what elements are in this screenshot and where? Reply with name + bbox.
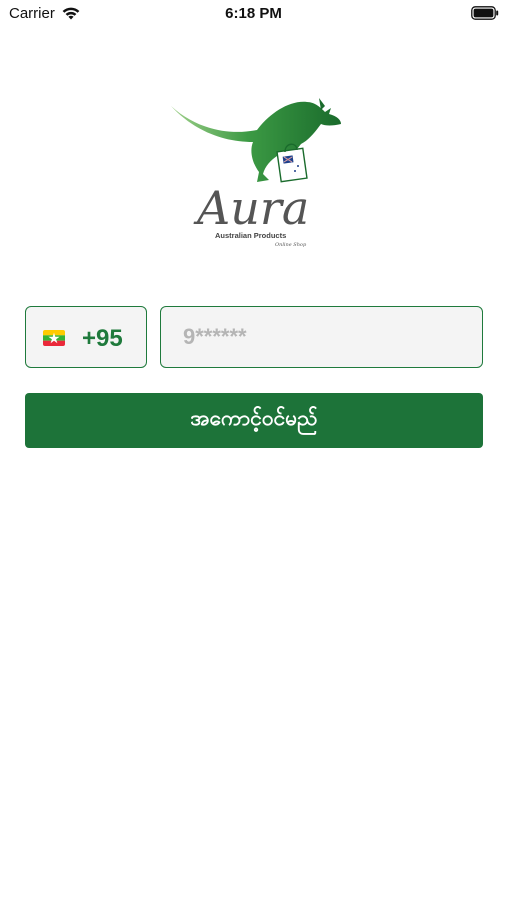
- brand-wordmark: Aura: [193, 181, 309, 235]
- kangaroo-icon: Aura Australian Products Online Shop: [171, 98, 341, 248]
- brand-tagline: Australian Products: [215, 231, 286, 240]
- status-bar: Carrier 6:18 PM: [0, 0, 507, 28]
- brand-sub-tagline: Online Shop: [275, 242, 307, 248]
- myanmar-flag-icon: [43, 330, 65, 346]
- phone-number-input[interactable]: [160, 306, 483, 368]
- battery-icon: [471, 6, 499, 20]
- country-code-selector[interactable]: +95: [25, 306, 147, 368]
- dial-code: +95: [82, 325, 123, 352]
- status-time: 6:18 PM: [225, 5, 282, 22]
- aura-logo: Aura Australian Products Online Shop: [165, 92, 350, 252]
- login-button[interactable]: အကောင့်ဝင်မည်: [25, 393, 483, 448]
